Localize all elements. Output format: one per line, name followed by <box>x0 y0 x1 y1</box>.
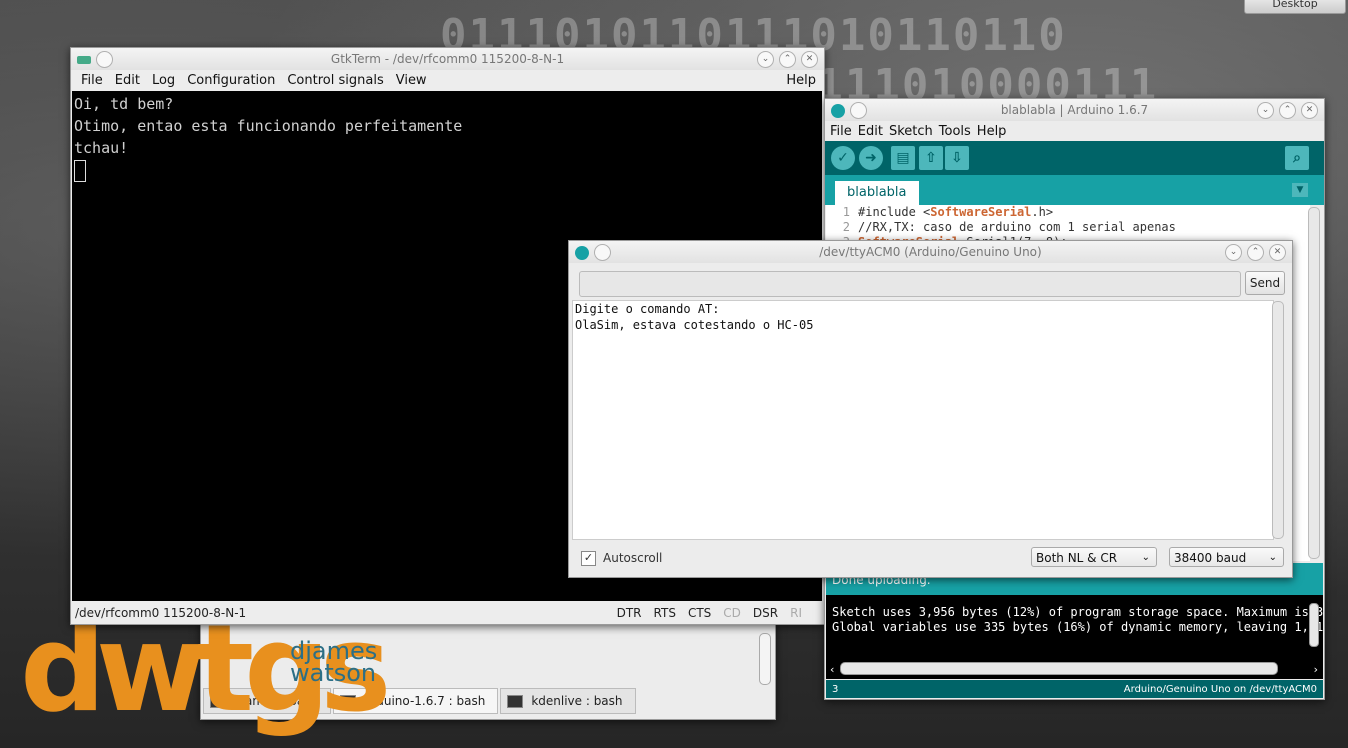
maximize-icon[interactable]: ⌃ <box>779 51 796 68</box>
menu-control-signals[interactable]: Control signals <box>281 73 389 88</box>
code-line: 2 //RX,TX: caso de arduino com 1 serial a… <box>826 220 1310 235</box>
arduino-menubar: File Edit Sketch Tools Help <box>825 121 1324 141</box>
code-keyword: SoftwareSerial <box>930 205 1032 219</box>
minimize-icon[interactable]: ⌄ <box>1225 244 1242 261</box>
baud-select[interactable]: 38400 baud ⌄ <box>1169 547 1284 567</box>
send-button[interactable]: Send <box>1245 271 1285 295</box>
pin-icon[interactable] <box>850 102 867 119</box>
line-number: 2 <box>842 220 850 234</box>
serial-input[interactable] <box>579 271 1241 297</box>
logo-line: watson <box>290 659 377 687</box>
serial-monitor-icon[interactable]: ⌕ <box>1285 146 1309 170</box>
signal-ri: RI <box>790 606 802 620</box>
cursor-line: 3 <box>832 683 839 695</box>
menu-log[interactable]: Log <box>146 73 181 88</box>
desktop-button[interactable]: Desktop <box>1244 0 1346 14</box>
arduino-tab-bar: blablabla ▼ <box>825 175 1324 205</box>
signal-cd: CD <box>723 606 741 620</box>
pin-icon[interactable] <box>96 51 113 68</box>
autoscroll-label: Autoscroll <box>603 551 663 565</box>
pin-icon[interactable] <box>594 244 611 261</box>
chevron-down-icon: ⌄ <box>1268 552 1277 563</box>
console-line: Sketch uses 3,956 bytes (12%) of program… <box>832 605 1323 619</box>
autoscroll-checkbox[interactable]: ✓ <box>581 550 596 566</box>
line-ending-select[interactable]: Both NL & CR ⌄ <box>1031 547 1157 567</box>
serial-line: Digite o comando AT: <box>575 302 720 316</box>
serial-monitor-titlebar[interactable]: /dev/ttyACM0 (Arduino/Genuino Uno) ⌄ ⌃ ✕ <box>569 241 1292 263</box>
close-icon[interactable]: ✕ <box>1269 244 1286 261</box>
sketch-tab[interactable]: blablabla <box>835 181 919 205</box>
code-text: #include < <box>858 205 931 219</box>
terminal-cursor <box>74 159 86 182</box>
console-line: Global variables use 335 bytes (16%) of … <box>832 620 1323 634</box>
window-title: GtkTerm - /dev/rfcomm0 115200-8-N-1 <box>330 52 565 66</box>
port-status: /dev/rfcomm0 115200-8-N-1 <box>75 606 247 620</box>
konsole-tab[interactable]: kdenlive : bash <box>500 688 636 714</box>
line-ending-value: Both NL & CR <box>1036 551 1118 565</box>
app-icon <box>77 55 91 64</box>
chevron-down-icon: ⌄ <box>1141 552 1150 563</box>
menu-edit[interactable]: Edit <box>855 124 886 139</box>
menu-file[interactable]: File <box>75 73 109 88</box>
line-number: 1 <box>842 205 850 219</box>
terminal-line: Otimo, entao esta funcionando perfeitame… <box>74 117 463 135</box>
close-icon[interactable]: ✕ <box>1301 102 1318 119</box>
code-text: //RX,TX: caso de arduino com 1 serial ap… <box>858 220 1176 234</box>
console-output[interactable]: Sketch uses 3,956 bytes (12%) of program… <box>826 595 1323 679</box>
serial-scrollbar[interactable] <box>1272 301 1284 539</box>
arduino-logo-icon <box>831 103 845 118</box>
menu-help[interactable]: Help <box>974 124 1010 139</box>
signal-dsr: DSR <box>752 606 779 620</box>
konsole-scrollbar[interactable] <box>759 633 771 685</box>
minimize-icon[interactable]: ⌄ <box>757 51 774 68</box>
upload-icon[interactable]: ➜ <box>859 146 883 170</box>
menu-tools[interactable]: Tools <box>936 124 974 139</box>
arduino-toolbar: ✓ ➜ ▤ ⇧ ⇩ ⌕ <box>825 141 1324 175</box>
window-title: blablabla | Arduino 1.6.7 <box>1000 103 1149 117</box>
gtkterm-menubar: File Edit Log Configuration Control sign… <box>71 70 824 90</box>
menu-edit[interactable]: Edit <box>109 73 146 88</box>
maximize-icon[interactable]: ⌃ <box>1279 102 1296 119</box>
maximize-icon[interactable]: ⌃ <box>1247 244 1264 261</box>
code-line: 1 #include <SoftwareSerial.h> <box>826 205 1310 220</box>
save-icon[interactable]: ⇩ <box>945 146 969 170</box>
signal-dtr: DTR <box>616 606 642 620</box>
terminal-line: tchau! <box>74 139 129 157</box>
signal-cts: CTS <box>687 606 712 620</box>
menu-view[interactable]: View <box>390 73 433 88</box>
console-hscrollbar[interactable] <box>840 662 1278 675</box>
arduino-statusbar: 3 Arduino/Genuino Uno on /dev/ttyACM0 <box>826 680 1323 698</box>
serial-monitor-window[interactable]: /dev/ttyACM0 (Arduino/Genuino Uno) ⌄ ⌃ ✕… <box>568 240 1293 578</box>
close-icon[interactable]: ✕ <box>801 51 818 68</box>
menu-configuration[interactable]: Configuration <box>181 73 281 88</box>
window-title: /dev/ttyACM0 (Arduino/Genuino Uno) <box>819 245 1042 259</box>
tab-label: kdenlive : bash <box>531 694 623 708</box>
arduino-titlebar[interactable]: blablabla | Arduino 1.6.7 ⌄ ⌃ ✕ <box>825 99 1324 121</box>
board-port-status: Arduino/Genuino Uno on /dev/ttyACM0 <box>1123 683 1317 695</box>
logo-subtitle: djames watson <box>290 639 377 687</box>
console-vscrollbar[interactable] <box>1309 603 1319 647</box>
menu-file[interactable]: File <box>827 124 855 139</box>
gtkterm-titlebar[interactable]: GtkTerm - /dev/rfcomm0 115200-8-N-1 ⌄ ⌃ … <box>71 48 824 70</box>
terminal-line: Oi, td bem? <box>74 95 174 113</box>
editor-scrollbar[interactable] <box>1308 207 1320 559</box>
code-text: .h> <box>1031 205 1054 219</box>
menu-sketch[interactable]: Sketch <box>886 124 936 139</box>
menu-help[interactable]: Help <box>780 73 824 88</box>
signal-rts: RTS <box>653 606 676 620</box>
serial-monitor-footer: ✓ Autoscroll Both NL & CR ⌄ 38400 baud ⌄ <box>569 545 1292 571</box>
baud-value: 38400 baud <box>1174 551 1247 565</box>
scroll-right-icon[interactable]: › <box>1312 663 1319 676</box>
minimize-icon[interactable]: ⌄ <box>1257 102 1274 119</box>
gtkterm-statusbar: /dev/rfcomm0 115200-8-N-1 DTR RTS CTS CD… <box>71 602 824 624</box>
arduino-logo-icon <box>575 245 589 260</box>
scroll-left-icon[interactable]: ‹ <box>829 663 836 676</box>
serial-line: OlaSim, estava cotestando o HC-05 <box>575 318 814 332</box>
open-icon[interactable]: ⇧ <box>919 146 943 170</box>
terminal-icon <box>507 694 524 708</box>
verify-icon[interactable]: ✓ <box>831 146 855 170</box>
new-icon[interactable]: ▤ <box>891 146 915 170</box>
serial-output[interactable]: Digite o comando AT: OlaSim, estava cote… <box>572 300 1274 540</box>
tab-menu-icon[interactable]: ▼ <box>1292 183 1308 197</box>
